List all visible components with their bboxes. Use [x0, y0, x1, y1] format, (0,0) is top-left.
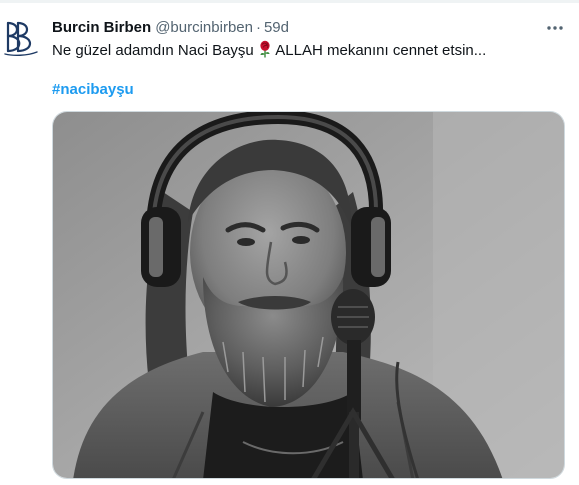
tweet-text-part-1: Ne güzel adamdın Naci Bayşu — [52, 42, 258, 59]
more-horizontal-icon — [547, 26, 563, 30]
tweet-photo[interactable] — [52, 111, 565, 479]
tweet-timestamp[interactable]: 59d — [264, 19, 289, 36]
author-display-name[interactable]: Burcin Birben — [52, 19, 151, 36]
tweet-text-part-2: ALLAH mekanını cennet etsin... — [271, 42, 487, 59]
avatar[interactable] — [3, 17, 39, 57]
rose-icon — [258, 40, 272, 58]
more-options-button[interactable] — [540, 13, 570, 43]
tweet-text: Ne güzel adamdın Naci Bayşu ALLAH mekanı… — [52, 40, 486, 61]
portrait-photo — [53, 112, 564, 478]
author-handle[interactable]: @burcinbirben — [155, 19, 253, 36]
tweet[interactable]: Burcin Birben @burcinbirben · 59d Ne güzel … — [0, 3, 579, 485]
hashtag-link[interactable]: #nacibayşu — [52, 80, 134, 100]
tweet-header: Burcin Birben @burcinbirben · 59d — [52, 18, 289, 38]
bb-monogram-logo-icon — [4, 21, 38, 57]
separator-dot: · — [255, 19, 261, 36]
